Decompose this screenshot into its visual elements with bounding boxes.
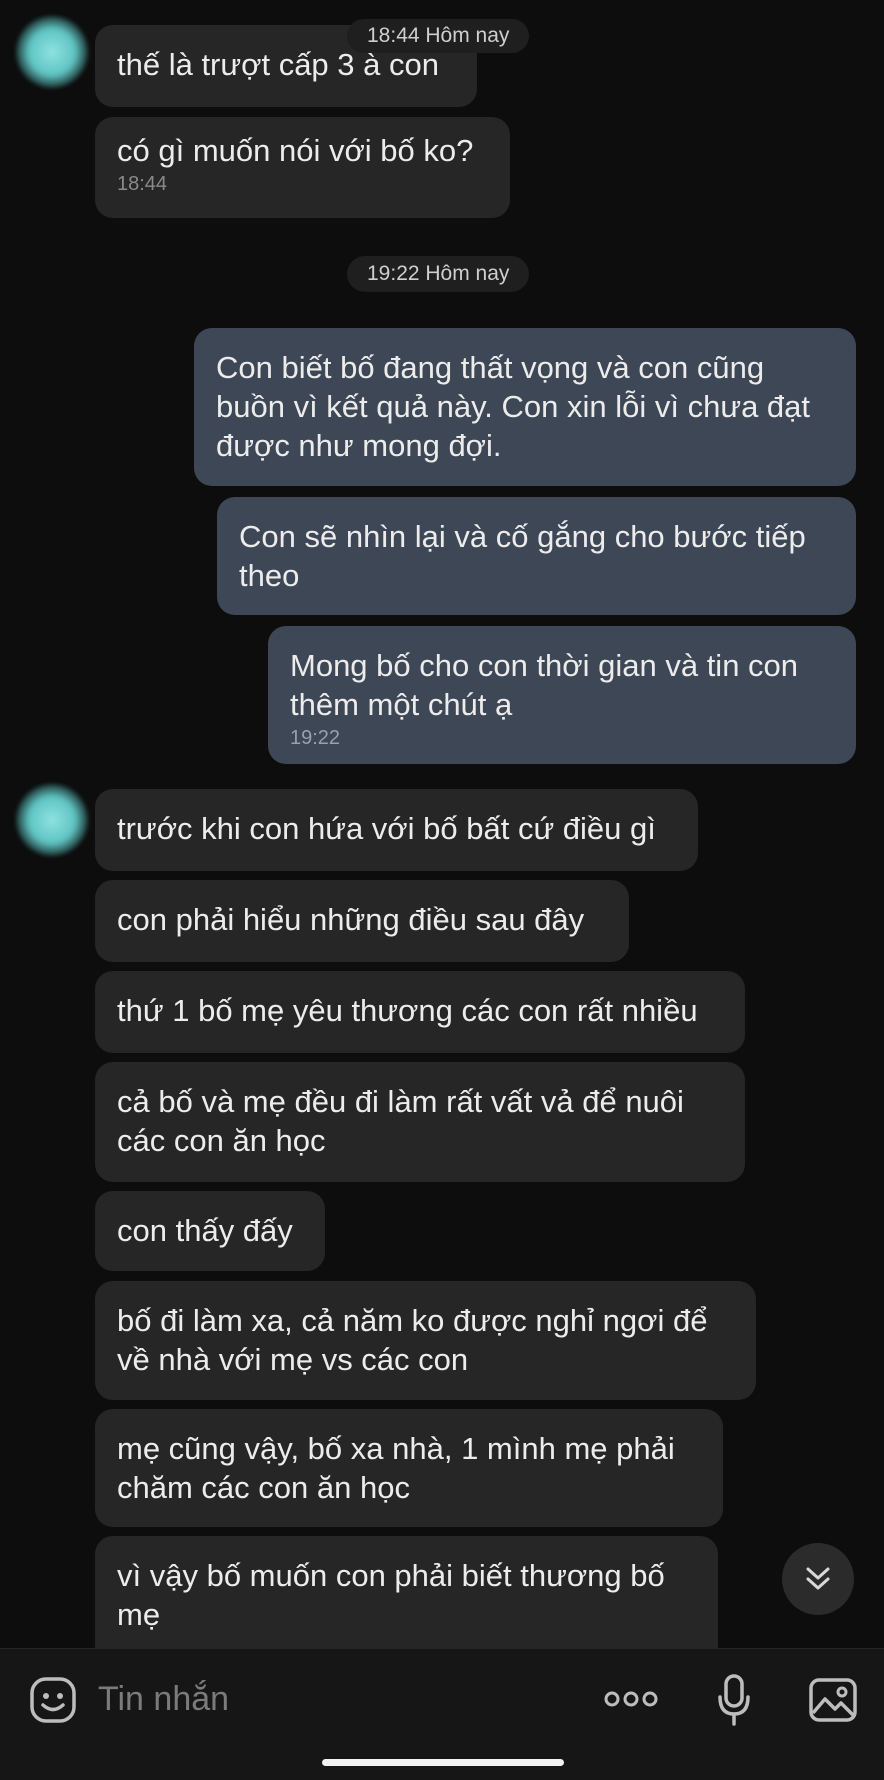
message-input-placeholder: Tin nhắn	[98, 1680, 230, 1718]
image-picker-button[interactable]	[808, 1677, 858, 1728]
scroll-to-bottom-button[interactable]	[782, 1543, 854, 1615]
date-separator: 19:22 Hôm nay	[347, 256, 530, 292]
message-text: có gì muốn nói với bố ko?	[117, 133, 474, 168]
message-text: cả bố và mẹ đều đi làm rất vất vả để nuô…	[117, 1084, 684, 1158]
message-bubble[interactable]: Con sẽ nhìn lại và cố gắng cho bước tiếp…	[217, 497, 856, 615]
microphone-icon	[718, 1674, 750, 1726]
date-separator: 18:44 Hôm nay	[347, 19, 530, 53]
more-icon	[604, 1691, 658, 1707]
emoji-button[interactable]	[28, 1675, 78, 1730]
message-bubble[interactable]: vì vậy bố muốn con phải biết thương bố m…	[95, 1536, 718, 1648]
message-bubble[interactable]: thứ 1 bố mẹ yêu thương các con rất nhiều	[95, 971, 745, 1053]
message-bubble[interactable]: mẹ cũng vậy, bố xa nhà, 1 mình mẹ phải c…	[95, 1409, 723, 1527]
message-time: 19:22	[290, 727, 341, 749]
date-separator-label: 19:22 Hôm nay	[367, 262, 510, 285]
message-text: mẹ cũng vậy, bố xa nhà, 1 mình mẹ phải c…	[117, 1431, 675, 1505]
home-indicator[interactable]	[322, 1759, 564, 1766]
message-text: Con biết bố đang thất vọng và con cũng b…	[216, 350, 811, 463]
double-chevron-down-icon	[806, 1567, 830, 1590]
message-text: trước khi con hứa với bố bất cứ điều gì	[117, 811, 656, 846]
message-text: bố đi làm xa, cả năm ko được nghỉ ngơi đ…	[117, 1303, 708, 1377]
message-text: thứ 1 bố mẹ yêu thương các con rất nhiều	[117, 993, 698, 1028]
contact-avatar[interactable]	[16, 784, 88, 856]
message-time: 18:44	[117, 173, 168, 195]
contact-avatar[interactable]	[16, 16, 88, 88]
message-input[interactable]: Tin nhắn	[98, 1679, 229, 1719]
message-text: con thấy đấy	[117, 1213, 293, 1248]
voice-record-button[interactable]	[717, 1673, 751, 1732]
message-bubble[interactable]: con thấy đấy	[95, 1191, 325, 1271]
date-separator-label: 18:44 Hôm nay	[367, 24, 510, 47]
message-bubble[interactable]: bố đi làm xa, cả năm ko được nghỉ ngơi đ…	[95, 1281, 756, 1400]
message-bubble[interactable]: trước khi con hứa với bố bất cứ điều gì	[95, 789, 698, 871]
emoji-icon	[30, 1677, 76, 1723]
message-bubble[interactable]: cả bố và mẹ đều đi làm rất vất vả để nuô…	[95, 1062, 745, 1182]
message-bubble[interactable]: con phải hiểu những điều sau đây	[95, 880, 629, 962]
message-text: vì vậy bố muốn con phải biết thương bố m…	[117, 1558, 665, 1632]
message-text: con phải hiểu những điều sau đây	[117, 902, 585, 937]
message-text: Mong bố cho con thời gian và tin con thê…	[290, 648, 799, 722]
message-text: Con sẽ nhìn lại và cố gắng cho bước tiếp…	[239, 519, 806, 593]
image-icon	[809, 1678, 857, 1722]
message-bubble[interactable]: có gì muốn nói với bố ko? 18:44	[95, 117, 510, 218]
message-bubble[interactable]: Con biết bố đang thất vọng và con cũng b…	[194, 328, 856, 486]
more-button[interactable]	[603, 1687, 659, 1716]
message-bubble[interactable]: Mong bố cho con thời gian và tin con thê…	[268, 626, 856, 764]
